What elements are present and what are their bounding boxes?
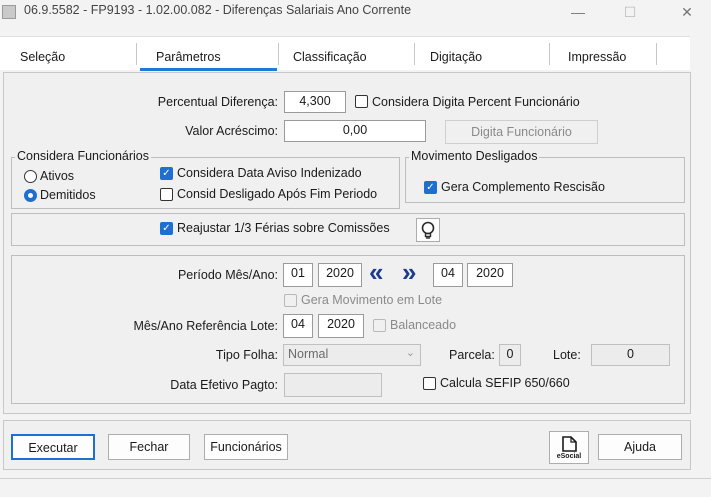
window-title: 06.9.5582 - FP9193 - 1.02.00.082 - Difer…: [24, 3, 412, 17]
demitidos-radio[interactable]: [24, 189, 37, 202]
lote-label: Lote:: [553, 348, 581, 362]
tab-impressao[interactable]: Impressão: [568, 50, 626, 64]
percentual-label: Percentual Diferença:: [157, 95, 278, 109]
gera-movimento-lote-checkbox[interactable]: [284, 294, 297, 307]
gera-complemento-checkbox[interactable]: ✓: [424, 181, 437, 194]
periodo-mes-fim-input[interactable]: 04: [433, 263, 463, 287]
periodo-label: Período Mês/Ano:: [177, 268, 278, 282]
periodo-next-button[interactable]: »: [402, 259, 416, 285]
lightbulb-icon: [421, 221, 435, 239]
calcula-sefip-label: Calcula SEFIP 650/660: [440, 376, 570, 390]
ajuda-button[interactable]: Ajuda: [598, 434, 682, 460]
valor-input[interactable]: 0,00: [284, 120, 426, 142]
balanceado-label: Balanceado: [390, 318, 457, 332]
movimento-desligados-title: Movimento Desligados: [409, 149, 540, 163]
reajustar-label: Reajustar 1/3 Férias sobre Comissões: [177, 221, 390, 235]
app-icon: [2, 5, 16, 19]
lote-input[interactable]: 0: [591, 344, 670, 366]
data-efetivo-label: Data Efetivo Pagto:: [170, 378, 278, 392]
parcela-label: Parcela:: [449, 348, 495, 362]
referencia-mes-input[interactable]: 04: [283, 314, 313, 338]
esocial-label: eSocial: [556, 453, 582, 460]
chevron-down-icon: ⌄: [405, 347, 415, 359]
considera-digita-checkbox[interactable]: [355, 95, 368, 108]
data-efetivo-input[interactable]: [284, 373, 382, 397]
maximize-button[interactable]: ☐: [608, 1, 652, 23]
esocial-button[interactable]: eSocial: [549, 431, 589, 464]
referencia-ano-input[interactable]: 2020: [318, 314, 364, 338]
tab-selecao[interactable]: Seleção: [20, 50, 65, 64]
reajustar-checkbox[interactable]: ✓: [160, 222, 173, 235]
referencia-lote-label: Mês/Ano Referência Lote:: [133, 319, 278, 333]
tab-parametros[interactable]: Parâmetros: [156, 50, 221, 64]
periodo-ano-fim-input[interactable]: 2020: [467, 263, 513, 287]
desligado-checkbox[interactable]: [160, 188, 173, 201]
tab-separator: [136, 43, 137, 65]
digita-funcionario-button[interactable]: Digita Funcionário: [445, 120, 598, 144]
gera-complemento-label: Gera Complemento Rescisão: [441, 180, 605, 194]
tab-separator: [656, 43, 657, 65]
executar-button[interactable]: Executar: [11, 434, 95, 460]
balanceado-checkbox[interactable]: [373, 319, 386, 332]
ativos-radio[interactable]: [24, 170, 37, 183]
esocial-icon: [562, 436, 577, 452]
minimize-button[interactable]: —: [556, 1, 600, 23]
periodo-mes-inicio-input[interactable]: 01: [283, 263, 313, 287]
close-button[interactable]: ✕: [665, 1, 709, 23]
tab-separator: [549, 43, 550, 65]
data-aviso-label: Considera Data Aviso Indenizado: [177, 166, 362, 180]
fechar-button[interactable]: Fechar: [108, 434, 190, 460]
data-aviso-checkbox[interactable]: ✓: [160, 167, 173, 180]
valor-label: Valor Acréscimo:: [185, 124, 278, 138]
lightbulb-button[interactable]: [416, 218, 440, 242]
considera-funcionarios-title: Considera Funcionários: [15, 149, 152, 163]
tab-separator: [278, 43, 279, 65]
tipo-folha-value: Normal: [288, 347, 329, 361]
ativos-label: Ativos: [40, 169, 75, 183]
calcula-sefip-checkbox[interactable]: [423, 377, 436, 390]
funcionarios-button[interactable]: Funcionários: [204, 434, 288, 460]
window-footer: [0, 478, 711, 497]
tab-separator: [414, 43, 415, 65]
demitidos-label: Demitidos: [40, 188, 96, 202]
considera-digita-label: Considera Digita Percent Funcionário: [372, 95, 580, 109]
tab-classificacao[interactable]: Classificação: [293, 50, 367, 64]
gera-movimento-lote-label: Gera Movimento em Lote: [301, 293, 443, 307]
desligado-label: Consid Desligado Após Fim Periodo: [177, 187, 378, 201]
tab-digitacao[interactable]: Digitação: [430, 50, 482, 64]
active-tab-indicator: [140, 68, 277, 71]
periodo-prev-button[interactable]: «: [369, 259, 383, 285]
tipo-folha-select[interactable]: Normal ⌄: [283, 344, 421, 366]
periodo-ano-inicio-input[interactable]: 2020: [318, 263, 362, 287]
percentual-input[interactable]: 4,300: [284, 91, 346, 113]
parcela-input[interactable]: 0: [499, 344, 521, 366]
tipo-folha-label: Tipo Folha:: [215, 348, 278, 362]
